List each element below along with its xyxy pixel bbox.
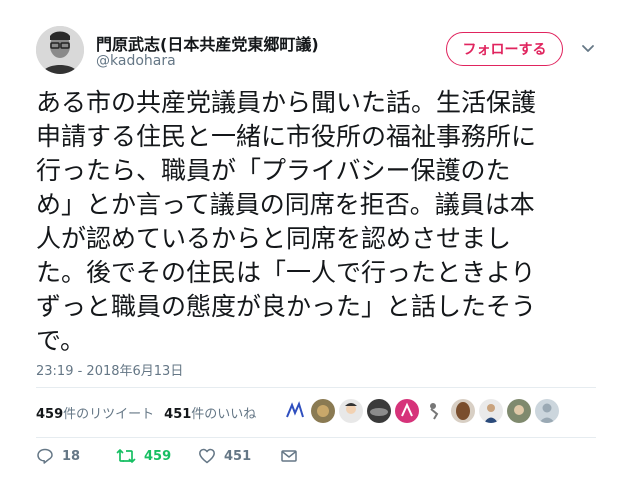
liker-avatar[interactable]: [507, 399, 531, 423]
liker-avatar[interactable]: [339, 399, 363, 423]
liker-avatar[interactable]: [311, 399, 335, 423]
reply-icon: [37, 448, 53, 464]
tweet-text-line: 行ったら、職員が「プライバシー保護のた: [36, 156, 511, 185]
tweet-text: ある市の共産党議員から聞いた話。生活保護 申請する住民と一緒に市役所の福祉事務所…: [36, 86, 596, 358]
heart-icon: [199, 448, 215, 464]
liker-avatars: [283, 399, 559, 423]
liker-avatar[interactable]: [283, 399, 307, 423]
likes-count: 451: [164, 407, 192, 422]
retweets-label: 件のリツイート: [63, 407, 155, 422]
message-icon: [281, 450, 297, 462]
liker-avatar[interactable]: [367, 399, 391, 423]
liker-avatar[interactable]: [479, 399, 503, 423]
follow-button[interactable]: フォローする: [446, 32, 563, 66]
divider: [36, 437, 596, 438]
divider: [36, 387, 596, 388]
avatar-image: [36, 26, 84, 74]
avatar[interactable]: [36, 26, 84, 74]
tweet-text-line: ある市の共産党議員から聞いた話。生活保護: [36, 88, 537, 117]
tweet-text-line: ずっと職員の態度が良かった」と話したそう: [36, 292, 537, 321]
reply-button[interactable]: 18: [36, 447, 80, 465]
retweet-stat[interactable]: 459件のリツイート: [36, 407, 154, 422]
tweet-text-line: た。後でその住民は「一人で行ったときより: [36, 258, 536, 287]
chevron-down-icon[interactable]: [580, 40, 596, 56]
liker-avatar[interactable]: [395, 399, 419, 423]
liker-avatar[interactable]: [423, 399, 447, 423]
tweet-card: 門原武志(日本共産党東郷町議) @kadohara フォローする ある市の共産党…: [0, 0, 629, 497]
retweet-button[interactable]: 459: [116, 447, 171, 465]
tweet-timestamp[interactable]: 23:19 - 2018年6月13日: [36, 360, 183, 379]
retweets-count: 459: [36, 407, 64, 422]
user-handle[interactable]: @kadohara: [96, 53, 176, 69]
liker-avatar[interactable]: [535, 399, 559, 423]
retweet-count: 459: [144, 448, 172, 464]
display-name[interactable]: 門原武志(日本共産党東郷町議): [96, 31, 319, 55]
tweet-text-line: め」とか言って議員の同席を拒否。議員は本: [36, 190, 535, 219]
likes-label: 件のいいね: [191, 407, 257, 422]
like-count: 451: [224, 448, 252, 464]
tweet-text-line: 人が認めているからと同席を認めさせまし: [36, 224, 512, 253]
retweet-icon: [116, 449, 136, 463]
reply-count: 18: [62, 448, 81, 464]
tweet-text-line: で。: [36, 326, 86, 355]
like-stat[interactable]: 451件のいいね: [164, 407, 256, 422]
tweet-stats: 459件のリツイート 451件のいいね: [36, 403, 256, 422]
liker-avatar[interactable]: [451, 399, 475, 423]
direct-message-button[interactable]: [280, 447, 298, 465]
like-button[interactable]: 451: [198, 447, 251, 465]
tweet-text-line: 申請する住民と一緒に市役所の福祉事務所に: [36, 122, 537, 151]
